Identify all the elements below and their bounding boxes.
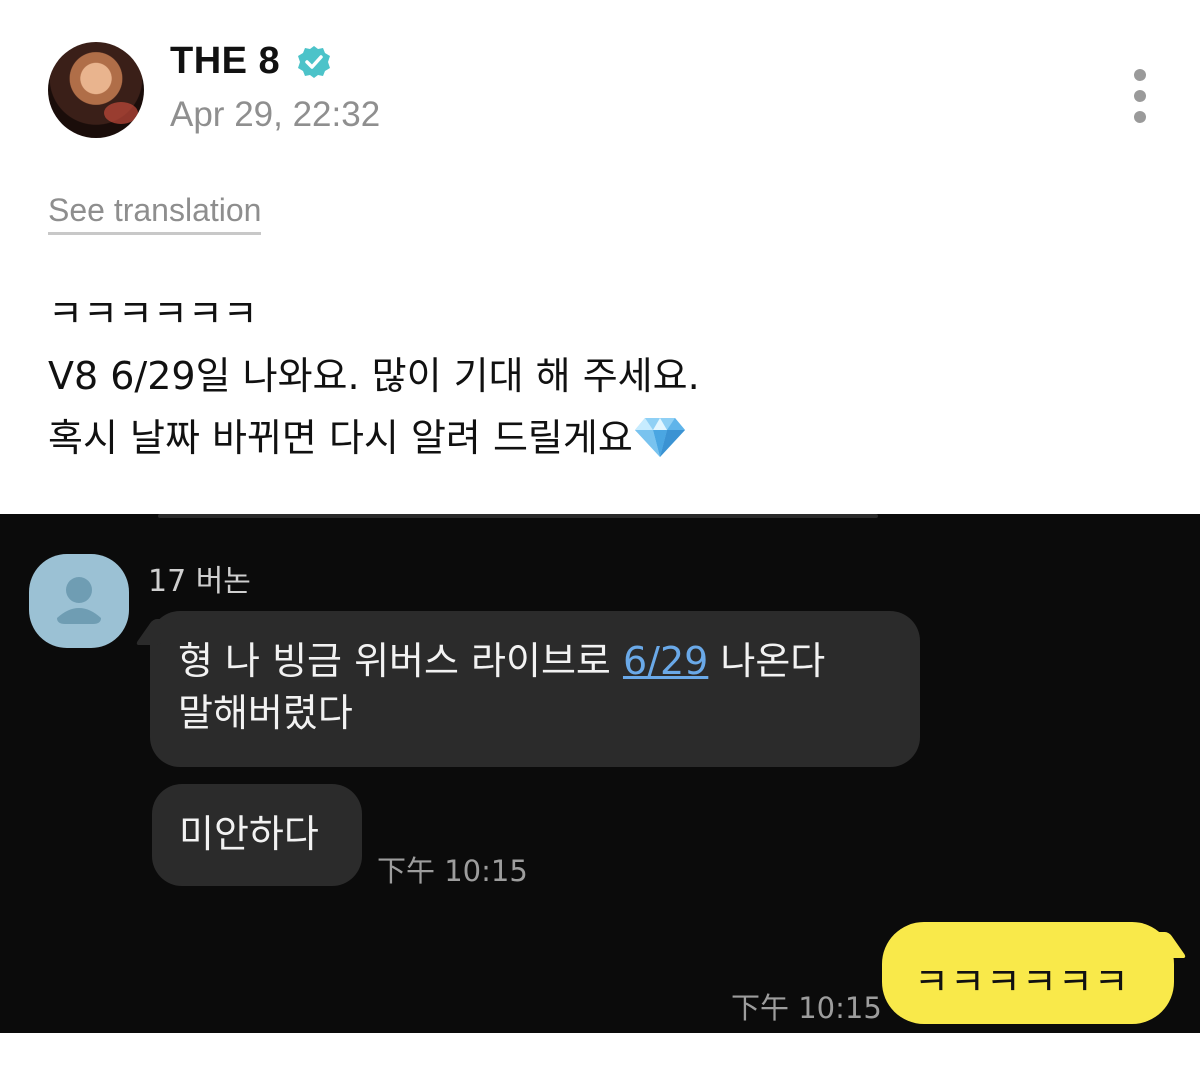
sender-name: 17 버논 [148, 564, 251, 599]
date-link[interactable]: 6/29 [623, 639, 708, 683]
message-time: 下午 10:15 [377, 854, 528, 888]
message-text: 미안하다 [179, 812, 319, 856]
person-icon [57, 577, 101, 624]
post-line: V8 6/29일 나와요. 많이 기대 해 주세요. [48, 354, 700, 398]
author-avatar[interactable] [48, 42, 144, 138]
message-text: 나온다 [708, 639, 826, 683]
gem-stone-emoji [634, 418, 685, 457]
message-bubble-sent[interactable]: ㅋㅋㅋㅋㅋㅋ [882, 922, 1188, 1024]
post-line-text: 혹시 날짜 바뀌면 다시 알려 드릴게요 [48, 416, 633, 460]
post-line: ㅋㅋㅋㅋㅋㅋ [48, 292, 258, 336]
post-header: THE 8 Apr 29, 22:32 [0, 0, 1200, 170]
chat-divider [158, 514, 878, 518]
message-text: ㅋㅋㅋㅋㅋㅋ [914, 960, 1130, 1004]
message-bubble-received[interactable]: 미안하다 [152, 784, 362, 886]
message-text: 형 나 빙금 위버스 라이브로 [178, 639, 623, 683]
message-time: 下午 10:15 [731, 991, 882, 1025]
verified-badge-icon [298, 46, 330, 78]
sender-avatar[interactable] [29, 554, 129, 648]
more-vertical-icon[interactable] [1124, 66, 1156, 126]
see-translation-link[interactable]: See translation [48, 192, 262, 235]
message-text: 말해버렸다 [178, 691, 353, 735]
author-name[interactable]: THE 8 [170, 40, 280, 83]
post-date: Apr 29, 22:32 [170, 95, 381, 134]
message-bubble-received[interactable]: 형 나 빙금 위버스 라이브로 6/29 나온다 말해버렸다 [134, 611, 920, 767]
post-body: ㅋㅋㅋㅋㅋㅋ V8 6/29일 나와요. 많이 기대 해 주세요. 혹시 날짜 … [48, 283, 1148, 469]
post-line: 혹시 날짜 바뀌면 다시 알려 드릴게요 [48, 407, 1148, 469]
